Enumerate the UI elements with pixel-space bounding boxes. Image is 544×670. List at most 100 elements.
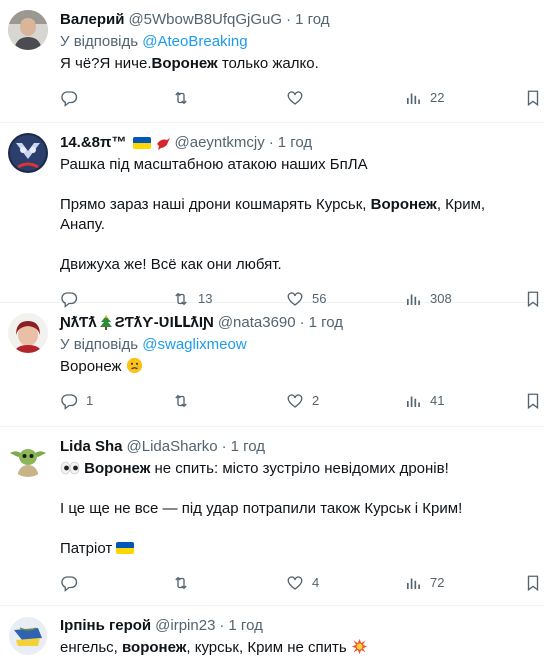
text-segment: Прямо зараз наші дрони кошмарять Курськ, [60, 196, 371, 213]
tweet[interactable]: ƝƛƬƛ ƧƬƛƳ-ƲƖԼԼƛƖƝ @nata3690 · 1 год У ві… [0, 303, 544, 427]
tweet-text: Воронеж не спить: місто зустріло невідом… [60, 459, 532, 559]
separator-dot: · [219, 617, 225, 634]
author-name[interactable]: Lida Sha [60, 437, 123, 457]
separator-dot: · [221, 438, 227, 455]
tweet-text: Рашка під масштабною атакою наших БпЛА П… [60, 155, 532, 275]
tweet[interactable]: Ірпінь герой @irpin23 · 1 год енгельс, в… [0, 606, 544, 670]
retweet-icon [175, 394, 187, 408]
text-segment: не спить: місто зустріло невідомих дроні… [150, 460, 449, 477]
separator-dot: · [299, 314, 305, 331]
timestamp[interactable]: 1 год [309, 313, 343, 333]
reply-button[interactable] [60, 88, 86, 108]
like-count: 4 [312, 575, 320, 590]
reply-count: 1 [86, 393, 94, 408]
reply-context: У відповідь @swaglixmeow [60, 335, 532, 355]
heart-icon [287, 576, 303, 590]
eyes-emoji-icon [60, 461, 80, 475]
analytics-icon [407, 396, 420, 407]
text-bold: воронеж [122, 639, 187, 656]
text-line: Рашка під масштабною атакою наших БпЛА [60, 156, 368, 173]
author-name-part[interactable]: ƝƛƬƛ [60, 313, 97, 333]
retweet-icon [175, 91, 187, 105]
reply-icon [61, 576, 78, 592]
tweet[interactable]: 14.&8π™ @aeyntkmcjy · 1 год Рашка під ма… [0, 123, 544, 308]
action-bar: 1 2 41 [60, 385, 539, 417]
bookmark-icon [527, 575, 539, 592]
author-name[interactable]: Ірпінь герой [60, 616, 151, 636]
text-segment: Патріот [60, 540, 117, 557]
explosion-emoji-icon [351, 638, 368, 655]
timestamp[interactable]: 1 год [295, 10, 329, 30]
avatar[interactable] [8, 313, 48, 353]
views-button[interactable]: 41 [404, 391, 444, 411]
timestamp[interactable]: 1 год [278, 133, 312, 153]
view-count: 41 [430, 393, 445, 408]
author-handle[interactable]: @5WbowB8UfqGjGuG [128, 10, 282, 30]
heart-icon [287, 91, 303, 105]
text-line: І це ще не все — під удар потрапили тако… [60, 500, 463, 517]
views-button[interactable]: 72 [404, 573, 444, 593]
text-bold: Воронеж [370, 196, 437, 213]
text-segment: Я чё?Я ниче. [60, 55, 152, 72]
text-segment: енгельс, [60, 639, 123, 656]
sad-face-emoji-icon [126, 357, 142, 374]
text-line: Движуха же! Всё как они любят. [60, 256, 282, 273]
timestamp[interactable]: 1 год [228, 616, 262, 636]
avatar[interactable] [8, 10, 48, 50]
bookmark-icon [527, 90, 539, 107]
author-handle[interactable]: @aeyntkmcjy [175, 133, 265, 153]
author-handle[interactable]: @nata3690 [218, 313, 296, 333]
timestamp[interactable]: 1 год [231, 437, 265, 457]
text-bold: Воронеж [151, 55, 218, 72]
reply-handle-link[interactable]: @AteoBreaking [142, 33, 247, 50]
avatar[interactable] [8, 133, 48, 173]
retweet-button[interactable] [172, 573, 198, 593]
view-count: 22 [430, 90, 445, 105]
separator-dot: · [268, 134, 274, 151]
analytics-icon [407, 93, 420, 104]
red-bird-icon [156, 138, 170, 150]
text-segment: Воронеж [60, 358, 126, 375]
tweet-text: енгельс, воронеж, курськ, Крим не спить [60, 638, 532, 658]
author-name[interactable]: 14.&8π™ [60, 133, 127, 153]
bookmark-button[interactable] [524, 391, 542, 411]
author-handle[interactable]: @irpin23 [155, 616, 215, 636]
ukraine-flag-icon [116, 542, 135, 554]
author-name[interactable]: Валерий [60, 10, 124, 30]
reply-button[interactable]: 1 [60, 391, 93, 411]
avatar[interactable] [8, 437, 48, 477]
bookmark-button[interactable] [524, 88, 542, 108]
reply-icon [61, 394, 78, 410]
reply-icon [61, 91, 78, 107]
reply-context: У відповідь @AteoBreaking [60, 32, 532, 52]
author-name-part[interactable]: ƧƬƛƳ-ƲƖԼԼƛƖƝ [115, 313, 214, 333]
retweet-button[interactable] [172, 391, 198, 411]
tweet-text: Воронеж [60, 357, 532, 377]
reply-prefix: У відповідь [60, 336, 139, 353]
reply-handle-link[interactable]: @swaglixmeow [142, 336, 246, 353]
bookmark-button[interactable] [524, 573, 542, 593]
text-bold: Воронеж [84, 460, 151, 477]
separator-dot: · [286, 11, 292, 28]
like-button[interactable]: 2 [286, 391, 319, 411]
like-count: 2 [312, 393, 320, 408]
tweet[interactable]: Lida Sha @LidaSharko · 1 год Воронеж не … [0, 427, 544, 606]
reply-prefix: У відповідь [60, 33, 139, 50]
timeline: Валерий @5WbowB8UfqGjGuG · 1 год У відпо… [0, 0, 544, 670]
bookmark-icon [527, 393, 539, 410]
heart-icon [287, 394, 303, 408]
views-button[interactable]: 22 [404, 88, 444, 108]
tweet[interactable]: Валерий @5WbowB8UfqGjGuG · 1 год У відпо… [0, 0, 544, 123]
text-segment: только жалко. [217, 55, 319, 72]
reply-button[interactable] [60, 573, 86, 593]
ukraine-flag-icon [132, 137, 151, 149]
retweet-button[interactable] [172, 88, 198, 108]
like-button[interactable]: 4 [286, 573, 319, 593]
christmas-tree-icon [99, 315, 112, 330]
like-button[interactable] [286, 88, 312, 108]
tweet-text: Я чё?Я ниче.Воронеж только жалко. [60, 54, 532, 74]
author-handle[interactable]: @LidaSharko [127, 437, 218, 457]
action-bar: 22 [60, 82, 539, 114]
avatar[interactable] [8, 616, 48, 656]
analytics-icon [407, 578, 420, 589]
